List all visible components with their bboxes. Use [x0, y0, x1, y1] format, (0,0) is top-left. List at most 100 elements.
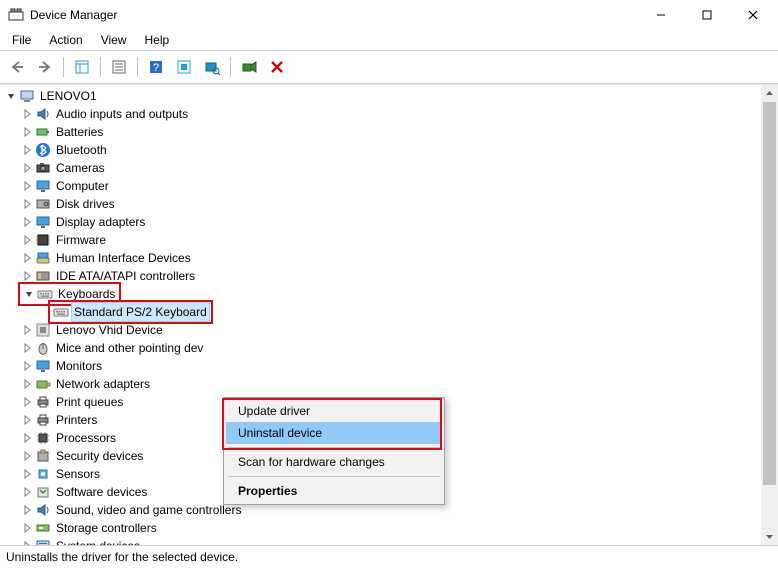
tree-category-mice-and-other-pointing-dev[interactable]: Mice and other pointing dev: [4, 339, 761, 357]
help-button[interactable]: ?: [143, 54, 169, 80]
expander-icon[interactable]: [20, 431, 34, 445]
ctx-properties[interactable]: Properties: [226, 480, 442, 502]
tree-root[interactable]: LENOVO1: [4, 87, 761, 105]
tree-category-firmware[interactable]: Firmware: [4, 231, 761, 249]
expander-icon[interactable]: [20, 521, 34, 535]
window-title: Device Manager: [30, 8, 117, 22]
maximize-button[interactable]: [684, 0, 730, 30]
scroll-track[interactable]: [761, 102, 778, 528]
context-menu: Update driver Uninstall device Scan for …: [223, 397, 445, 505]
printer-icon: [34, 412, 52, 428]
device-tree: LENOVO1Audio inputs and outputsBatteries…: [0, 84, 778, 545]
tree-device-standard-ps2-keyboard[interactable]: Standard PS/2 Keyboard: [4, 303, 761, 321]
battery-icon: [34, 124, 52, 140]
tree-category-system-devices[interactable]: System devices: [4, 537, 761, 545]
tree-category-label: Processors: [54, 429, 118, 447]
toolbar-button-5[interactable]: [171, 54, 197, 80]
expander-icon[interactable]: [20, 449, 34, 463]
expander-icon[interactable]: [20, 143, 34, 157]
toolbar-separator: [230, 57, 231, 77]
expander-icon[interactable]: [20, 125, 34, 139]
expander-icon[interactable]: [20, 485, 34, 499]
ctx-separator: [228, 447, 440, 448]
expander-icon[interactable]: [20, 503, 34, 517]
toolbar-separator: [63, 57, 64, 77]
tree-category-label: Security devices: [54, 447, 145, 465]
expander-icon[interactable]: [20, 179, 34, 193]
tree-category-monitors[interactable]: Monitors: [4, 357, 761, 375]
app-icon: [8, 7, 24, 23]
menu-help[interactable]: Help: [137, 32, 178, 48]
expander-icon[interactable]: [22, 287, 36, 301]
system-icon: [34, 538, 52, 545]
tree-category-bluetooth[interactable]: Bluetooth: [4, 141, 761, 159]
tree-category-human-interface-devices[interactable]: Human Interface Devices: [4, 249, 761, 267]
scroll-thumb[interactable]: [763, 102, 776, 485]
expander-icon[interactable]: [20, 323, 34, 337]
scroll-up-button[interactable]: [761, 85, 778, 102]
properties-button[interactable]: [106, 54, 132, 80]
mouse-icon: [34, 340, 52, 356]
expander-icon[interactable]: [20, 377, 34, 391]
expander-icon[interactable]: [20, 359, 34, 373]
toolbar-separator: [100, 57, 101, 77]
disk-icon: [34, 196, 52, 212]
menu-file[interactable]: File: [4, 32, 39, 48]
back-button[interactable]: [4, 54, 30, 80]
tree-category-display-adapters[interactable]: Display adapters: [4, 213, 761, 231]
forward-button[interactable]: [32, 54, 58, 80]
expander-icon[interactable]: [20, 215, 34, 229]
expander-icon[interactable]: [20, 197, 34, 211]
tree-category-label: Sensors: [54, 465, 102, 483]
show-hide-tree-button[interactable]: [69, 54, 95, 80]
statusbar: Uninstalls the driver for the selected d…: [0, 545, 778, 568]
expander-icon[interactable]: [20, 539, 34, 545]
tree-category-label: Sound, video and game controllers: [54, 501, 243, 519]
audio-icon: [34, 502, 52, 518]
svg-text:?: ?: [153, 62, 159, 74]
titlebar: Device Manager: [0, 0, 778, 30]
expander-icon[interactable]: [20, 467, 34, 481]
expander-icon[interactable]: [4, 89, 18, 103]
ctx-uninstall-device[interactable]: Uninstall device: [226, 422, 442, 444]
expander-icon[interactable]: [20, 107, 34, 121]
expander-icon[interactable]: [20, 269, 34, 283]
minimize-button[interactable]: [638, 0, 684, 30]
menu-action[interactable]: Action: [41, 32, 90, 48]
tree-category-label: Printers: [54, 411, 99, 429]
tree-category-network-adapters[interactable]: Network adapters: [4, 375, 761, 393]
ctx-update-driver[interactable]: Update driver: [226, 400, 442, 422]
scan-hardware-button[interactable]: [199, 54, 225, 80]
tree-category-audio-inputs-and-outputs[interactable]: Audio inputs and outputs: [4, 105, 761, 123]
tree-category-label: Monitors: [54, 357, 104, 375]
enable-device-button[interactable]: [236, 54, 262, 80]
close-button[interactable]: [730, 0, 776, 30]
expander-icon[interactable]: [20, 233, 34, 247]
expander-icon[interactable]: [20, 251, 34, 265]
tree-category-disk-drives[interactable]: Disk drives: [4, 195, 761, 213]
uninstall-device-button[interactable]: [264, 54, 290, 80]
expander-icon[interactable]: [20, 413, 34, 427]
ctx-scan-hardware[interactable]: Scan for hardware changes: [226, 451, 442, 473]
tree-category-storage-controllers[interactable]: Storage controllers: [4, 519, 761, 537]
keyboard-icon: [52, 304, 70, 320]
scroll-down-button[interactable]: [761, 528, 778, 545]
expander-icon[interactable]: [20, 395, 34, 409]
vertical-scrollbar[interactable]: [761, 85, 778, 545]
expander-icon[interactable]: [20, 161, 34, 175]
hid-icon: [34, 250, 52, 266]
tree-root-label: LENOVO1: [38, 87, 99, 105]
menu-view[interactable]: View: [93, 32, 135, 48]
toolbar-separator: [137, 57, 138, 77]
tree-category-lenovo-vhid-device[interactable]: Lenovo Vhid Device: [4, 321, 761, 339]
expander-icon[interactable]: [20, 341, 34, 355]
tree-category-batteries[interactable]: Batteries: [4, 123, 761, 141]
computer-icon: [18, 88, 36, 104]
tree-category-label: Computer: [54, 177, 111, 195]
processor-icon: [34, 430, 52, 446]
tree-category-computer[interactable]: Computer: [4, 177, 761, 195]
security-icon: [34, 448, 52, 464]
toolbar: ?: [0, 50, 778, 84]
device-manager-window: Device Manager File Action View Help ?: [0, 0, 778, 568]
tree-category-cameras[interactable]: Cameras: [4, 159, 761, 177]
